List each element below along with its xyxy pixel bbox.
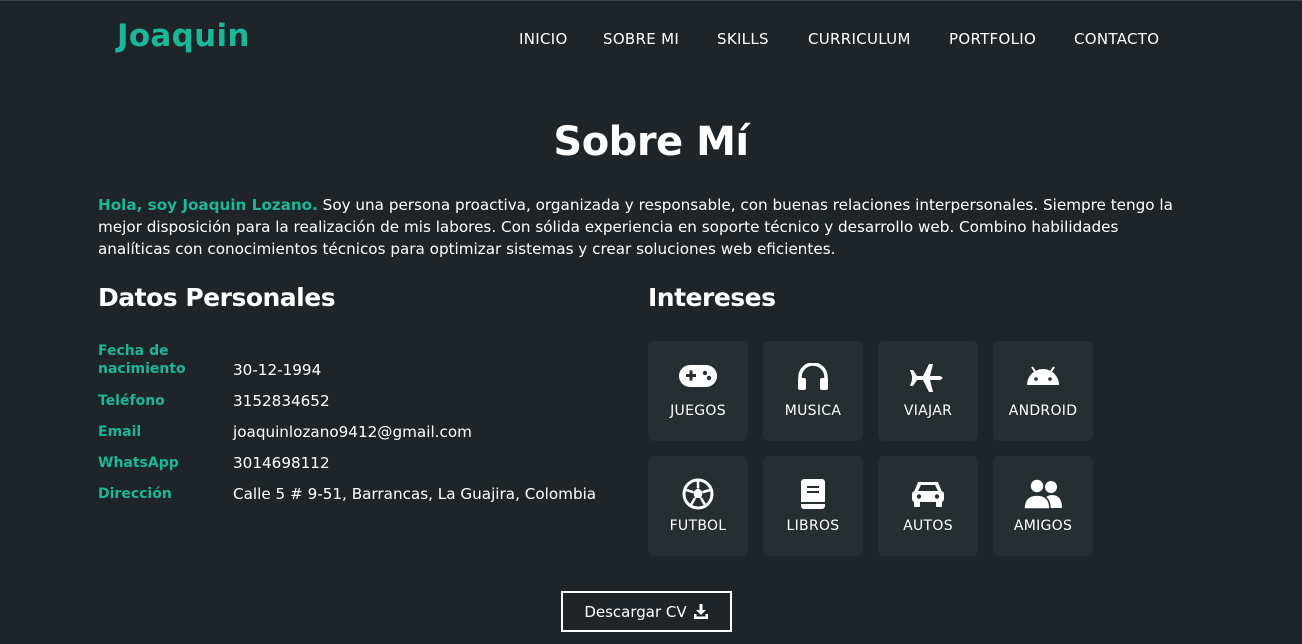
label-whatsapp: WhatsApp <box>98 455 179 471</box>
interest-card-musica[interactable]: MUSICA <box>763 341 863 441</box>
interest-label: JUEGOS <box>670 403 726 419</box>
download-icon <box>693 603 708 619</box>
label-phone: Teléfono <box>98 393 165 409</box>
interest-card-libros[interactable]: LIBROS <box>763 456 863 556</box>
users-icon <box>1023 478 1062 510</box>
interest-card-juegos[interactable]: JUEGOS <box>648 341 748 441</box>
android-icon <box>1027 366 1059 385</box>
interest-card-android[interactable]: ANDROID <box>993 341 1093 441</box>
value-email: joaquinlozano9412@gmail.com <box>233 423 472 441</box>
nav-links: INICIO SOBRE MI SKILLS CURRICULUM PORTFO… <box>0 30 1302 52</box>
intro-paragraph: Hola, soy Joaquin Lozano. Soy una person… <box>98 194 1188 260</box>
nav-item-curriculum[interactable]: CURRICULUM <box>808 30 911 48</box>
download-cv-button[interactable]: Descargar CV <box>561 591 732 632</box>
value-phone: 3152834652 <box>233 392 330 410</box>
nav-item-portfolio[interactable]: PORTFOLIO <box>949 30 1036 48</box>
interest-card-futbol[interactable]: FUTBOL <box>648 456 748 556</box>
intro-highlight: Hola, soy Joaquin Lozano. <box>98 196 318 214</box>
label-birthdate: Fecha de nacimiento <box>98 343 186 377</box>
nav-item-contacto[interactable]: CONTACTO <box>1074 30 1159 48</box>
interest-label: ANDROID <box>1008 403 1078 419</box>
interest-label: LIBROS <box>786 518 840 534</box>
nav-item-skills[interactable]: SKILLS <box>717 30 769 48</box>
label-email: Email <box>98 424 142 440</box>
interest-label: VIAJAR <box>903 403 953 419</box>
navbar: Joaquin INICIO SOBRE MI SKILLS CURRICULU… <box>0 1 1302 79</box>
interest-card-amigos[interactable]: AMIGOS <box>993 456 1093 556</box>
book-icon <box>801 479 825 509</box>
interest-label: AUTOS <box>903 518 953 534</box>
value-whatsapp: 3014698112 <box>233 454 330 472</box>
plane-icon <box>910 364 943 392</box>
interest-label: AMIGOS <box>1013 518 1073 534</box>
interest-label: MUSICA <box>784 403 842 419</box>
value-birthdate: 30-12-1994 <box>233 361 322 379</box>
download-cv-label: Descargar CV <box>584 602 687 621</box>
interest-label: FUTBOL <box>669 518 727 534</box>
nav-item-inicio[interactable]: INICIO <box>519 30 568 48</box>
gamepad-icon <box>679 365 717 387</box>
value-address: Calle 5 # 9-51, Barrancas, La Guajira, C… <box>233 485 597 503</box>
section-title: Sobre Mí <box>553 119 749 165</box>
interests-heading: Intereses <box>648 283 776 312</box>
car-icon <box>912 482 944 507</box>
headphones-icon <box>798 363 828 390</box>
personal-data-heading: Datos Personales <box>98 283 336 312</box>
interest-card-autos[interactable]: AUTOS <box>878 456 978 556</box>
soccer-ball-icon <box>682 478 714 510</box>
nav-item-sobre-mi[interactable]: SOBRE MI <box>603 30 679 48</box>
interest-card-viajar[interactable]: VIAJAR <box>878 341 978 441</box>
label-address: Dirección <box>98 486 172 502</box>
